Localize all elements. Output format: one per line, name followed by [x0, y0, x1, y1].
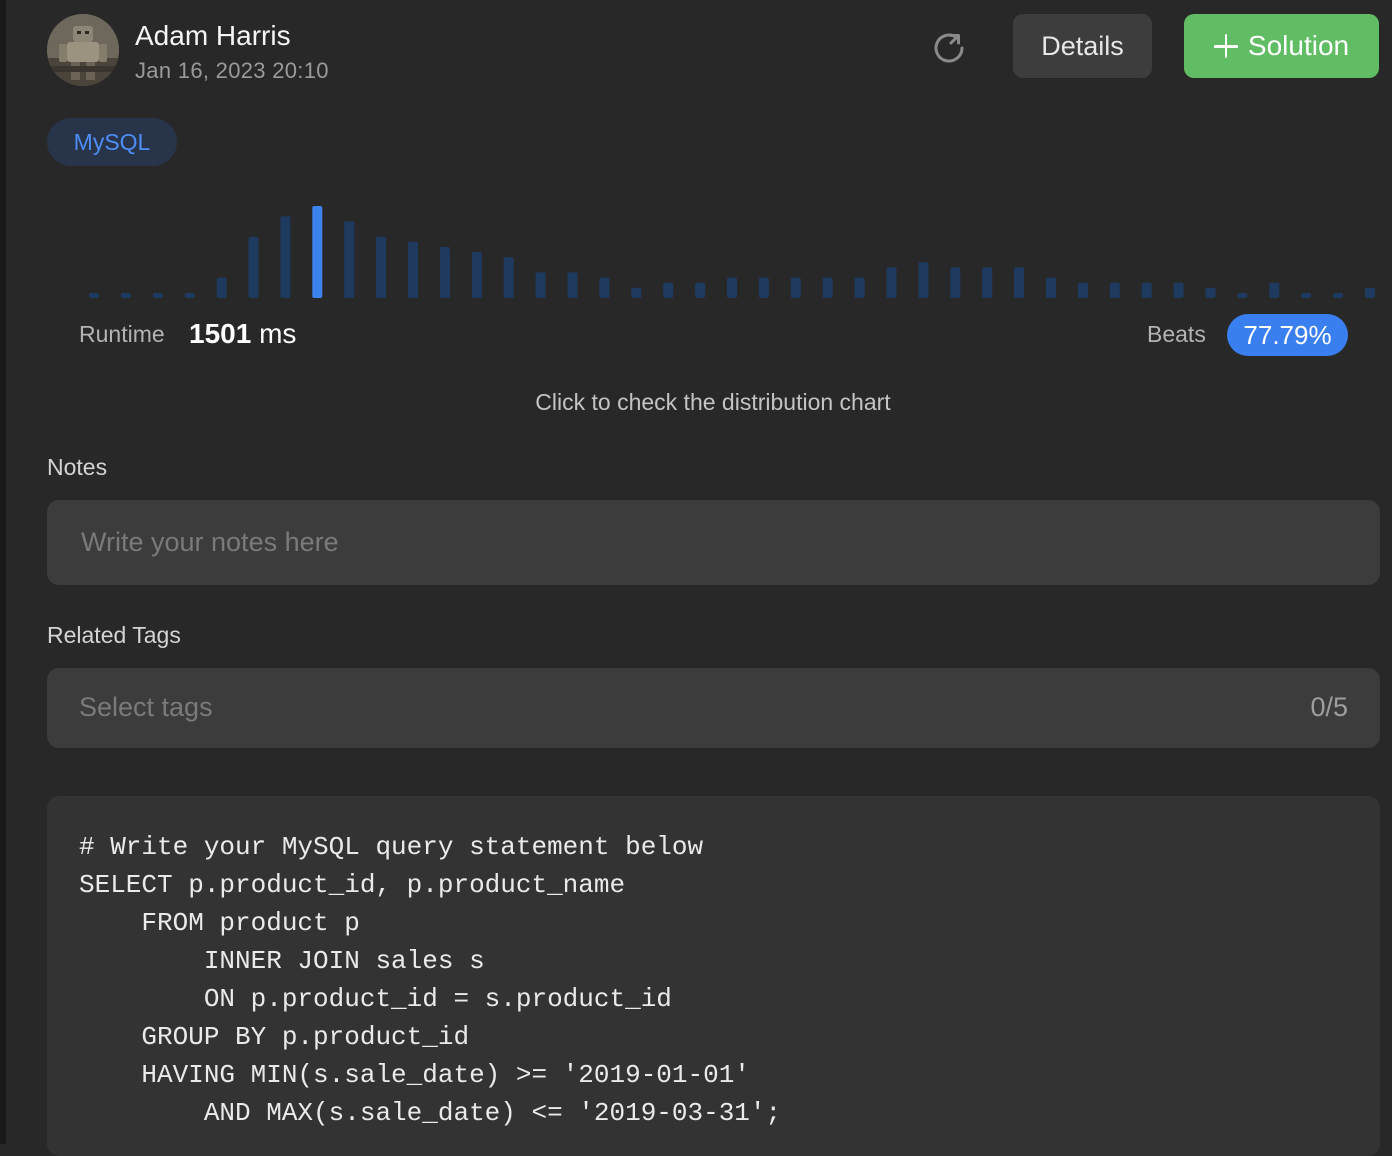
chart-bar[interactable]	[120, 292, 131, 298]
chart-bar[interactable]	[599, 277, 610, 298]
chart-bar[interactable]	[408, 241, 418, 298]
code-line: HAVING MIN(s.sale_date) >= '2019-01-01'	[79, 1060, 750, 1090]
chart-bar[interactable]	[471, 252, 482, 298]
code-line: SELECT p.product_id, p.product_name	[79, 870, 626, 900]
chart-bar[interactable]	[439, 246, 450, 298]
chart-bar[interactable]	[152, 292, 163, 298]
chart-bar[interactable]	[567, 272, 578, 298]
chart-bar[interactable]	[695, 282, 706, 298]
plus-icon	[1213, 34, 1238, 58]
user-name[interactable]: Adam Harris	[135, 20, 291, 52]
code-block[interactable]: # Write your MySQL query statement below…	[47, 796, 1380, 1156]
chart-bar[interactable]	[1365, 287, 1375, 298]
refresh-icon	[934, 33, 964, 63]
chart-bar[interactable]	[631, 287, 642, 298]
code-line: AND MAX(s.sale_date) <= '2019-03-31';	[79, 1098, 782, 1128]
code-line: ON p.product_id = s.product_id	[79, 984, 672, 1014]
runtime-label: Runtime	[79, 321, 165, 347]
chart-bar[interactable]	[727, 277, 737, 298]
chart-bar[interactable]	[982, 267, 993, 298]
post-date: Jan 16, 2023 20:10	[135, 58, 329, 83]
chart-bar[interactable]	[248, 236, 259, 298]
chart-bar[interactable]	[1141, 282, 1152, 298]
chart-bar[interactable]	[854, 277, 865, 298]
chart-bar[interactable]	[886, 267, 897, 298]
chart-bar[interactable]	[376, 236, 387, 298]
tags-count: 0/5	[1310, 692, 1348, 722]
chart-bar[interactable]	[1014, 267, 1025, 298]
beats-value: 77.79%	[1243, 319, 1332, 350]
notes-input[interactable]	[47, 500, 1380, 585]
details-button-label: Details	[1041, 30, 1124, 61]
chart-bar-current[interactable]	[312, 206, 323, 298]
chart-bar[interactable]	[1333, 292, 1344, 298]
chart-bar[interactable]	[503, 257, 514, 298]
runtime-unit: ms	[259, 318, 297, 349]
chart-bar[interactable]	[184, 292, 195, 298]
chart-bar[interactable]	[790, 277, 801, 298]
avatar[interactable]	[47, 14, 119, 86]
robot-avatar-image	[47, 14, 119, 86]
beats-label: Beats	[1147, 321, 1206, 347]
chart-bar[interactable]	[918, 262, 929, 298]
code-line: INNER JOIN sales s	[79, 946, 485, 976]
add-solution-button[interactable]: Solution	[1184, 14, 1379, 78]
chart-bar[interactable]	[1046, 277, 1056, 298]
chart-bar[interactable]	[280, 216, 291, 298]
related-tags-label: Related Tags	[47, 622, 181, 648]
chart-bar[interactable]	[1301, 292, 1312, 298]
chart-bar[interactable]	[535, 272, 546, 298]
chart-bar[interactable]	[89, 292, 99, 298]
chart-bar[interactable]	[1205, 287, 1216, 298]
solution-button-label: Solution	[1247, 30, 1350, 61]
solution-panel: Adam Harris Jan 16, 2023 20:10 Details S…	[6, 0, 1392, 1156]
chart-bar[interactable]	[822, 277, 833, 298]
beats-percentage-badge: 77.79%	[1227, 314, 1348, 356]
chart-bar[interactable]	[950, 267, 961, 298]
solution-header: Adam Harris Jan 16, 2023 20:10 Details S…	[47, 14, 1387, 86]
chart-bar[interactable]	[758, 277, 769, 298]
code-line: # Write your MySQL query statement below	[79, 832, 704, 862]
runtime-distribution-chart[interactable]	[6, 190, 1392, 302]
runtime-number: 1501	[189, 318, 252, 349]
chart-bar[interactable]	[216, 277, 227, 298]
chart-bar[interactable]	[1173, 282, 1184, 298]
chart-bar[interactable]	[1237, 292, 1248, 298]
chart-bar[interactable]	[1269, 282, 1280, 298]
refresh-button[interactable]	[929, 28, 969, 68]
tags-placeholder: Select tags	[79, 692, 213, 722]
language-badge-label: MySQL	[73, 128, 151, 155]
chart-bar[interactable]	[344, 221, 355, 298]
code-line: GROUP BY p.product_id	[79, 1022, 470, 1052]
distribution-chart-hint[interactable]: Click to check the distribution chart	[6, 389, 1392, 416]
chart-bar[interactable]	[1077, 282, 1088, 298]
language-badge[interactable]: MySQL	[47, 118, 177, 166]
tags-select[interactable]: Select tags 0/5	[47, 668, 1380, 748]
code-line: FROM product p	[79, 908, 360, 938]
chart-bar[interactable]	[1109, 282, 1120, 298]
runtime-value: 1501 ms	[189, 318, 296, 350]
notes-label: Notes	[47, 454, 108, 480]
chart-bar[interactable]	[663, 282, 674, 298]
details-button[interactable]: Details	[1013, 14, 1152, 78]
